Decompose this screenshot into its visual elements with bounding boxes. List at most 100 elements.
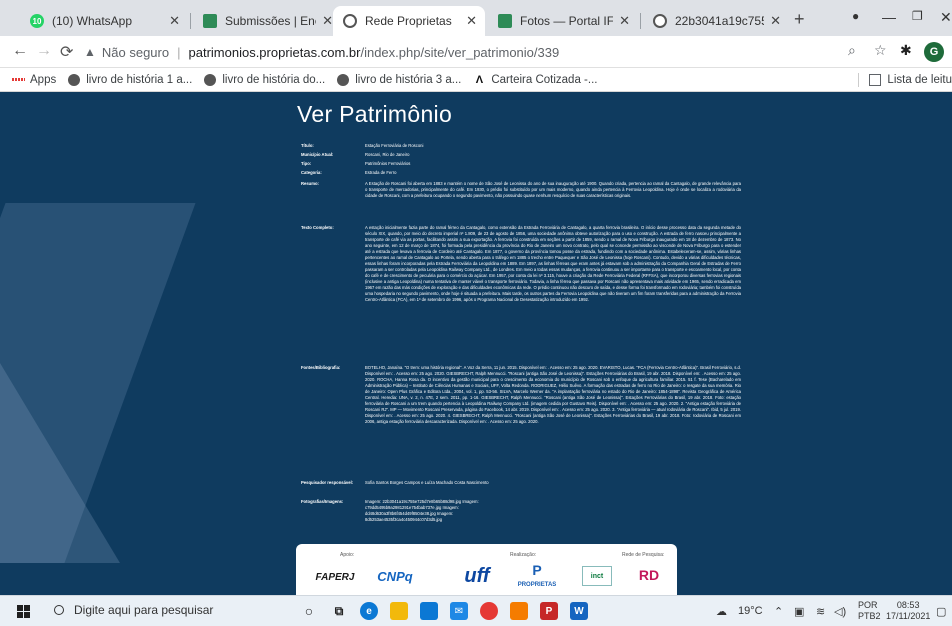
forward-arrow-icon[interactable]: → <box>36 42 52 60</box>
bookmark-label: Carteira Cotizada -... <box>491 73 598 86</box>
mail-icon[interactable]: ✉ <box>450 602 468 620</box>
network-icon[interactable]: ▣ <box>794 605 804 618</box>
field-value: Estrada de Ferro <box>365 170 397 175</box>
word-icon[interactable]: W <box>570 602 588 620</box>
search-icon <box>54 605 64 615</box>
rede-logo: RD <box>638 567 660 583</box>
ifflu-icon <box>498 14 512 28</box>
lang-bottom: PTB2 <box>858 611 881 621</box>
uff-logo: uff <box>464 564 490 587</box>
url-path: /index.php/site/ver_patrimonio/339 <box>360 44 560 60</box>
task-view-icon[interactable]: ⧉ <box>330 602 348 620</box>
warning-triangle-icon: ▲ <box>84 45 96 59</box>
bookmark-star-icon[interactable]: ☆ <box>874 42 887 59</box>
url-divider: | <box>177 44 181 60</box>
cortana-icon[interactable]: ○ <box>300 602 318 620</box>
tab-search-icon[interactable]: ● <box>852 9 859 23</box>
search-placeholder: Digite aqui para pesquisar <box>74 603 214 617</box>
minimize-button[interactable]: — <box>882 9 896 25</box>
field-label: Texto Completo: <box>301 225 334 230</box>
browser-tab-strip: 10 (10) WhatsApp ✕ Submissões | Encontro… <box>0 0 952 36</box>
bookmark-livro-1[interactable]: livro de história 1 a... <box>68 73 192 86</box>
wifi-icon[interactable]: ≋ <box>816 605 825 618</box>
reload-icon[interactable]: ⟳ <box>60 42 73 62</box>
page-content: Ver Patrimônio Título: Estação Ferroviár… <box>0 93 952 595</box>
notifications-icon[interactable]: ▢ <box>936 605 946 618</box>
proprietas-logo: P <box>532 562 542 578</box>
address-bar[interactable]: ▲ Não seguro | patrimonios.proprietas.co… <box>84 40 874 64</box>
field-value: Patrimônios Ferroviários <box>365 161 411 166</box>
close-tab-icon[interactable]: ✕ <box>169 13 180 29</box>
field-label: Município Atual: <box>301 152 334 157</box>
file-explorer-icon[interactable] <box>390 602 408 620</box>
bookmark-apps[interactable]: Apps <box>12 74 56 86</box>
page-title: Ver Patrimônio <box>297 101 453 127</box>
bookmark-label: Apps <box>30 73 57 86</box>
reading-list-icon <box>869 74 882 86</box>
field-label: Categoria: <box>301 170 322 175</box>
language-indicator[interactable]: POR PTB2 <box>858 600 881 622</box>
whatsapp-icon: 10 <box>30 14 44 28</box>
store-icon[interactable] <box>420 602 438 620</box>
maximize-button[interactable]: ❐ <box>912 9 923 23</box>
faperj-logo: FAPERJ <box>315 571 355 583</box>
tab-whatsapp[interactable]: 10 (10) WhatsApp ✕ <box>20 6 188 36</box>
weather-icon[interactable]: ☁ <box>716 605 727 618</box>
carteira-logo-icon: Λ <box>475 73 484 86</box>
windows-start-icon[interactable] <box>17 605 30 618</box>
apps-grid-icon <box>12 74 24 86</box>
close-tab-icon[interactable]: ✕ <box>619 13 630 29</box>
taskbar-search[interactable]: Digite aqui para pesquisar <box>54 603 213 617</box>
sponsor-caption: Realização: <box>510 552 537 558</box>
field-label: Pesquisador responsável: <box>301 480 354 485</box>
globe-icon <box>68 73 81 86</box>
globe-icon <box>653 14 667 28</box>
zoom-icon[interactable]: ⌕ <box>848 42 856 59</box>
bookmark-livro-2[interactable]: livro de história do... <box>204 73 325 86</box>
clock-time: 08:53 <box>896 600 920 610</box>
clock-date: 17/11/2021 <box>886 611 931 621</box>
close-window-button[interactable]: ✕ <box>940 9 952 26</box>
close-tab-icon[interactable]: ✕ <box>466 13 477 29</box>
back-arrow-icon[interactable]: ← <box>12 42 28 60</box>
weather-temp[interactable]: 19°C <box>738 605 763 617</box>
ifflu-icon <box>203 14 217 28</box>
close-tab-icon[interactable]: ✕ <box>770 13 781 29</box>
volume-icon[interactable]: ◁) <box>834 605 846 618</box>
tab-title: Rede Proprietas <box>365 14 452 28</box>
reading-list-label: Lista de leitu <box>887 74 952 86</box>
taskbar-clock[interactable]: 08:53 17/11/2021 <box>886 600 930 622</box>
field-value: Imagem: 22b3041a19c755e725d7e8b65b88d98.… <box>365 499 479 522</box>
edge-icon[interactable]: e <box>360 602 378 620</box>
close-tab-icon[interactable]: ✕ <box>322 13 333 29</box>
new-tab-button[interactable]: + <box>794 9 805 30</box>
tab-image-file[interactable]: 22b3041a19c755e725d7e8b ✕ <box>643 6 789 36</box>
chevron-up-icon[interactable]: ⌃ <box>774 605 783 618</box>
field-value: BOTELHO, Janaína. "O trem: uma história … <box>365 365 742 424</box>
field-label: Fotografias/Imagens: <box>301 499 344 504</box>
profile-avatar[interactable]: G <box>924 42 944 62</box>
sponsors-panel: Apoio: Realização: Rede de Pesquisa: FAP… <box>296 544 677 595</box>
chrome-icon[interactable] <box>480 602 498 620</box>
globe-icon <box>204 73 217 86</box>
reading-list[interactable]: Lista de leitu <box>858 73 952 87</box>
globe-icon <box>343 14 357 28</box>
field-value: A Estação de Roscani foi aberta em 1883 … <box>365 181 741 198</box>
app-orange-icon[interactable] <box>510 602 528 620</box>
field-label: Título: <box>301 143 314 148</box>
tab-rede-proprietas[interactable]: Rede Proprietas ✕ <box>333 6 485 36</box>
bookmark-livro-3[interactable]: livro de história 3 a... <box>337 73 462 86</box>
lang-top: POR <box>858 600 878 610</box>
tab-submissoes[interactable]: Submissões | Encontro de Cu ✕ <box>193 6 341 36</box>
field-value: Estação Ferroviária de Rosconi <box>365 143 424 148</box>
cnpq-logo: CNPq <box>377 568 413 584</box>
powerpoint-icon[interactable]: P <box>540 602 558 620</box>
inct-logo: inct <box>582 566 612 586</box>
windows-taskbar: Digite aqui para pesquisar ○ ⧉ e ✉ P W ☁… <box>0 595 952 626</box>
tab-title: (10) WhatsApp <box>52 14 133 28</box>
extensions-icon[interactable]: ✱ <box>900 42 912 59</box>
tab-fotos-portal[interactable]: Fotos — Portal IFFluminense ✕ <box>488 6 638 36</box>
browser-toolbar: ← → ⟳ ▲ Não seguro | patrimonios.proprie… <box>0 36 952 68</box>
bookmark-carteira[interactable]: Λ Carteira Cotizada -... <box>473 73 598 86</box>
bookmark-label: livro de história 3 a... <box>355 73 462 86</box>
